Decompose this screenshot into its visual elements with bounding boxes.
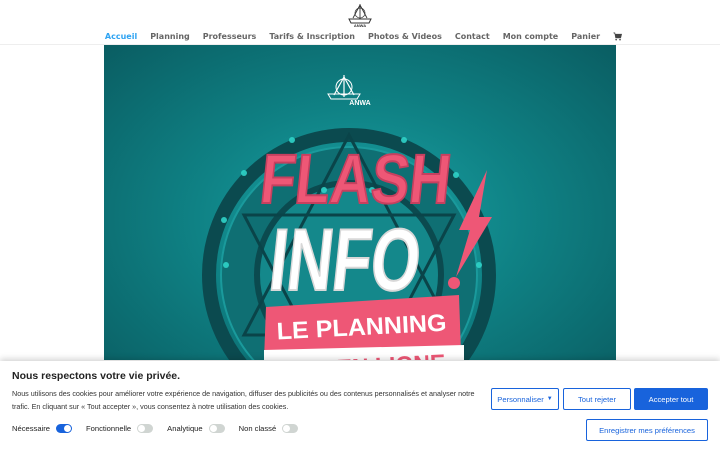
cookie-banner: Nous respectons votre vie privée. Nous u…	[0, 361, 720, 450]
toggle-label: Non classé	[238, 423, 277, 433]
save-preferences-button[interactable]: Enregistrer mes préférences	[586, 419, 708, 441]
hero-logo: ANWA	[327, 75, 371, 107]
hero-brand-text: ANWA	[349, 100, 370, 107]
nav-item-panier[interactable]: Panier	[565, 32, 607, 41]
nav-item-planning[interactable]: Planning	[144, 32, 197, 41]
site-header: ANWA Accueil Planning Professeurs Tarifs…	[0, 0, 720, 45]
toggle-switch-off[interactable]	[208, 423, 225, 433]
hero-info-text: INFO	[265, 210, 425, 309]
toggle-analytique[interactable]: Analytique	[167, 423, 225, 433]
hero-flash-text: FLASH	[257, 139, 455, 218]
accept-all-button[interactable]: Accepter tout	[634, 388, 708, 410]
nav-item-professeurs[interactable]: Professeurs	[196, 32, 263, 41]
consent-toggles: Nécessaire Fonctionnelle Analytique Non …	[12, 422, 312, 434]
toggle-label: Analytique	[167, 423, 203, 433]
main-nav: Accueil Planning Professeurs Tarifs & In…	[0, 30, 720, 42]
toggle-label: Nécessaire	[12, 423, 50, 433]
toggle-switch-off[interactable]	[282, 423, 299, 433]
cart-icon[interactable]	[613, 32, 622, 41]
nav-item-contact[interactable]: Contact	[448, 32, 496, 41]
hero-banner: ANWA FLASH INFO LE PLANNING EST EN LIGNE	[104, 45, 616, 360]
site-logo[interactable]: ANWA	[345, 2, 375, 28]
toggle-necessaire[interactable]: Nécessaire	[12, 423, 72, 433]
customize-label: Personnaliser	[497, 394, 544, 404]
customize-button[interactable]: Personnaliser ▼	[491, 388, 559, 410]
nav-item-mon-compte[interactable]: Mon compte	[496, 32, 565, 41]
logo-text: ANWA	[354, 23, 366, 28]
caret-down-icon: ▼	[546, 396, 553, 402]
nav-item-photos[interactable]: Photos & Videos	[361, 32, 448, 41]
nav-item-tarifs[interactable]: Tarifs & Inscription	[263, 32, 362, 41]
reject-all-button[interactable]: Tout rejeter	[563, 388, 631, 410]
cookie-title: Nous respectons votre vie privée.	[12, 370, 181, 382]
nav-item-accueil[interactable]: Accueil	[98, 32, 143, 41]
toggle-label: Fonctionnelle	[85, 423, 132, 433]
toggle-switch-on[interactable]	[55, 423, 72, 433]
toggle-switch-off[interactable]	[137, 423, 154, 433]
toggle-fonctionnelle[interactable]: Fonctionnelle	[85, 423, 154, 433]
toggle-non-classe[interactable]: Non classé	[238, 423, 299, 433]
cookie-description: Nous utilisons des cookies pour améliore…	[12, 389, 475, 411]
